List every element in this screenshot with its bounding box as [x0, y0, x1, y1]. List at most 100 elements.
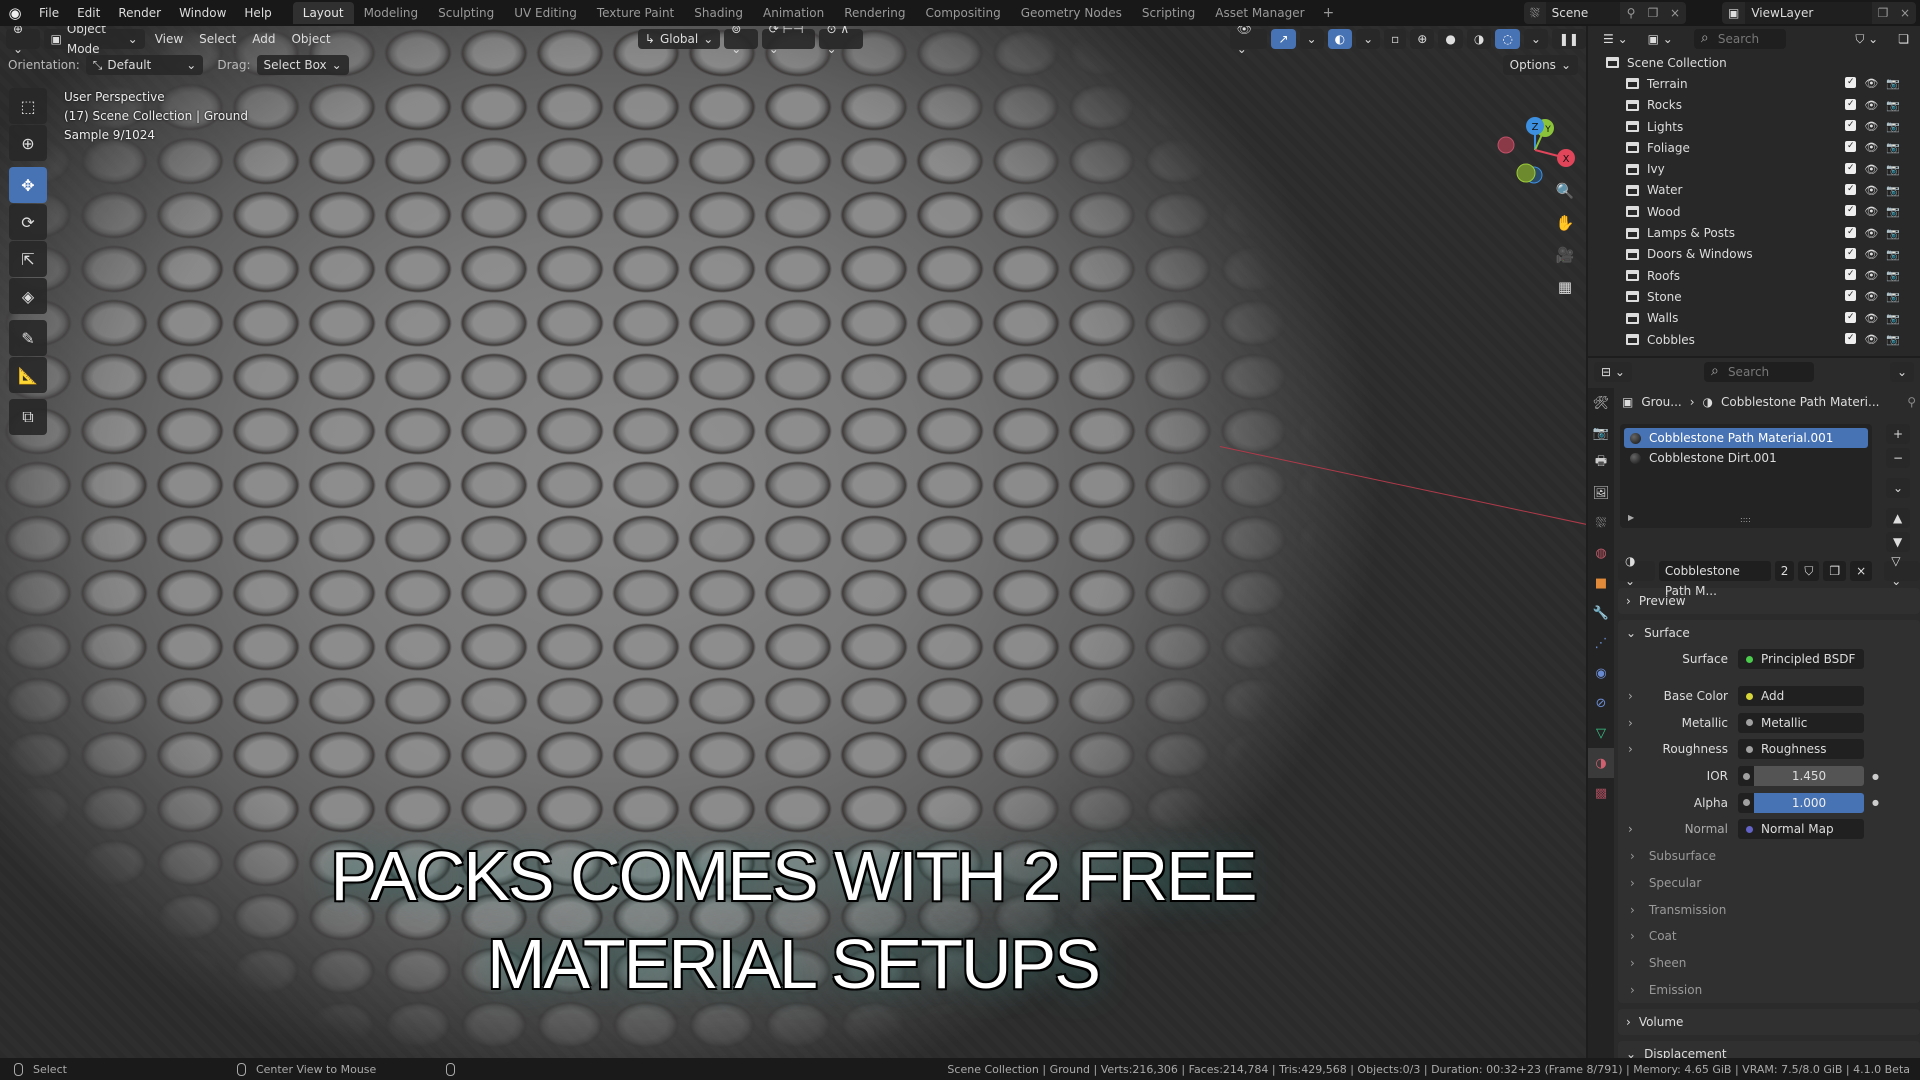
collection-row[interactable]: Rocks ✓ 👁 📷	[1588, 95, 1920, 116]
camera-render-icon[interactable]: 📷	[1886, 120, 1900, 133]
eye-icon[interactable]: 👁	[1864, 290, 1878, 303]
drag-dropdown[interactable]: Select Box ⌄	[256, 55, 349, 75]
collection-row[interactable]: Foliage ✓ 👁 📷	[1588, 137, 1920, 158]
fake-user-icon[interactable]: ⛉	[1798, 561, 1820, 581]
overlays-toggle[interactable]: ◐	[1327, 29, 1353, 49]
zoom-icon[interactable]: 🔍	[1552, 178, 1578, 204]
camera-render-icon[interactable]: 📷	[1886, 141, 1900, 154]
collection-row[interactable]: Stone ✓ 👁 📷	[1588, 286, 1920, 307]
scene-tab-icon[interactable]: ⛆	[1588, 508, 1614, 538]
tab-geometry-nodes[interactable]: Geometry Nodes	[1011, 2, 1132, 24]
exclude-checkbox[interactable]: ✓	[1845, 311, 1857, 323]
tab-uv-editing[interactable]: UV Editing	[504, 2, 587, 24]
scene-name[interactable]: Scene	[1545, 2, 1620, 24]
overlays-dropdown[interactable]: ⌄	[1356, 29, 1381, 49]
browse-material-dropdown[interactable]: ◑ ⌄	[1618, 554, 1655, 588]
view-layer-tab-icon[interactable]: 🖼	[1588, 478, 1614, 508]
rendered-shading-button[interactable]: ◌	[1495, 29, 1520, 49]
input-socket-field[interactable]: Principled BSDF	[1738, 649, 1864, 670]
duplicate-scene-icon[interactable]: ❐	[1642, 6, 1664, 20]
transform-tool[interactable]: ◈	[9, 278, 47, 314]
menu-add[interactable]: Add	[246, 32, 281, 46]
data-tab-icon[interactable]: ▽	[1588, 718, 1614, 748]
unlink-icon[interactable]: ×	[1850, 561, 1873, 581]
editor-type-button[interactable]: ⊟ ⌄	[1594, 362, 1632, 382]
collection-row[interactable]: Doors & Windows ✓ 👁 📷	[1588, 244, 1920, 265]
tab-asset-manager[interactable]: Asset Manager	[1205, 2, 1314, 24]
filter-dropdown[interactable]: ⛉ ⌄	[1848, 29, 1886, 49]
surface-header[interactable]: ⌄ Surface	[1618, 620, 1920, 646]
exclude-checkbox[interactable]: ✓	[1845, 290, 1857, 302]
measure-tool[interactable]: 📐	[9, 357, 47, 393]
expand-triangle-icon[interactable]: ▶	[1628, 513, 1634, 522]
camera-render-icon[interactable]: 📷	[1886, 248, 1900, 261]
material-tab-icon[interactable]: ◑	[1588, 748, 1614, 778]
tab-layout[interactable]: Layout	[292, 2, 354, 24]
subpanel-specular[interactable]: › Specular	[1618, 870, 1920, 897]
options-dropdown[interactable]: Options ⌄	[1502, 55, 1578, 75]
transform-orientation-dropdown[interactable]: ↳ Global ⌄	[637, 29, 721, 49]
eye-icon[interactable]: 👁	[1864, 163, 1878, 176]
camera-render-icon[interactable]: 📷	[1886, 184, 1900, 197]
ior-socket[interactable]	[1738, 766, 1754, 787]
physics-tab-icon[interactable]: ◉	[1588, 658, 1614, 688]
exclude-checkbox[interactable]: ✓	[1845, 98, 1857, 110]
annotate-tool[interactable]: ✎	[9, 320, 47, 356]
options-dropdown[interactable]: ⌄	[1889, 362, 1914, 382]
camera-render-icon[interactable]: 📷	[1886, 312, 1900, 325]
move-tool[interactable]: ✥	[9, 167, 47, 203]
subpanel-subsurface[interactable]: › Subsurface	[1618, 843, 1920, 870]
duplicate-view-layer-icon[interactable]: ❐	[1872, 6, 1894, 20]
collection-row[interactable]: Cobbles ✓ 👁 📷	[1588, 329, 1920, 350]
collection-row[interactable]: Lamps & Posts ✓ 👁 📷	[1588, 222, 1920, 243]
display-mode-dropdown[interactable]: ☰ ⌄	[1596, 29, 1635, 49]
menu-help[interactable]: Help	[235, 0, 280, 26]
pause-render-button[interactable]: ❚❚	[1551, 29, 1586, 49]
collection-row[interactable]: Walls ✓ 👁 📷	[1588, 308, 1920, 329]
move-down-button[interactable]: ▼	[1886, 532, 1911, 552]
properties-search[interactable]: Search	[1703, 361, 1814, 382]
scene-selector[interactable]: ⛆ Scene ⚲ ❐ ×	[1524, 2, 1686, 24]
eye-icon[interactable]: 👁	[1864, 120, 1878, 133]
collection-row[interactable]: Water ✓ 👁 📷	[1588, 180, 1920, 201]
eye-icon[interactable]: 👁	[1864, 269, 1878, 282]
camera-render-icon[interactable]: 📷	[1886, 227, 1900, 240]
exclude-checkbox[interactable]: ✓	[1845, 120, 1857, 132]
resize-handle[interactable]: ::::	[1740, 515, 1751, 524]
particles-tab-icon[interactable]: ⋰	[1588, 628, 1614, 658]
ior-field[interactable]: 1.450	[1754, 766, 1864, 787]
tab-texture-paint[interactable]: Texture Paint	[587, 2, 684, 24]
camera-render-icon[interactable]: 📷	[1886, 77, 1900, 90]
exclude-checkbox[interactable]: ✓	[1845, 226, 1857, 238]
menu-window[interactable]: Window	[170, 0, 235, 26]
snapping-dropdown[interactable]: ⟳ ⊢⊣ ⌄	[761, 26, 816, 56]
visibility-dropdown[interactable]: 👁 ⌄	[1229, 26, 1268, 56]
exclude-checkbox[interactable]: ✓	[1845, 205, 1857, 217]
collection-row[interactable]: Ivy ✓ 👁 📷	[1588, 158, 1920, 179]
menu-select[interactable]: Select	[193, 32, 242, 46]
tab-compositing[interactable]: Compositing	[915, 2, 1010, 24]
chevron-right-icon[interactable]: ›	[1628, 689, 1633, 703]
outliner-search[interactable]: Search	[1693, 28, 1786, 49]
rotate-tool[interactable]: ⟳	[9, 204, 47, 240]
menu-object[interactable]: Object	[285, 32, 336, 46]
proportional-editing-button[interactable]: ⊙ ∧ ⌄	[819, 26, 864, 56]
duplicate-material-icon[interactable]: ❐	[1823, 561, 1847, 581]
menu-file[interactable]: File	[30, 0, 68, 26]
add-cube-tool[interactable]: ⧉	[9, 399, 47, 435]
tab-scripting[interactable]: Scripting	[1132, 2, 1205, 24]
cursor-tool[interactable]: ⊕	[9, 125, 47, 161]
object-tab-icon[interactable]: ■	[1588, 568, 1614, 598]
exclude-checkbox[interactable]: ✓	[1845, 162, 1857, 174]
eye-icon[interactable]: 👁	[1864, 227, 1878, 240]
view-layer-name[interactable]: ViewLayer	[1745, 2, 1872, 24]
camera-render-icon[interactable]: 📷	[1886, 333, 1900, 346]
ortho-grid-icon[interactable]: ▦	[1552, 274, 1578, 300]
alpha-field[interactable]: 1.000	[1754, 792, 1864, 813]
move-up-button[interactable]: ▲	[1886, 508, 1911, 528]
menu-edit[interactable]: Edit	[68, 0, 109, 26]
exclude-checkbox[interactable]: ✓	[1845, 333, 1857, 344]
eye-icon[interactable]: 👁	[1864, 312, 1878, 325]
volume-panel[interactable]: › Volume	[1618, 1008, 1920, 1035]
eye-icon[interactable]: 👁	[1864, 333, 1878, 346]
